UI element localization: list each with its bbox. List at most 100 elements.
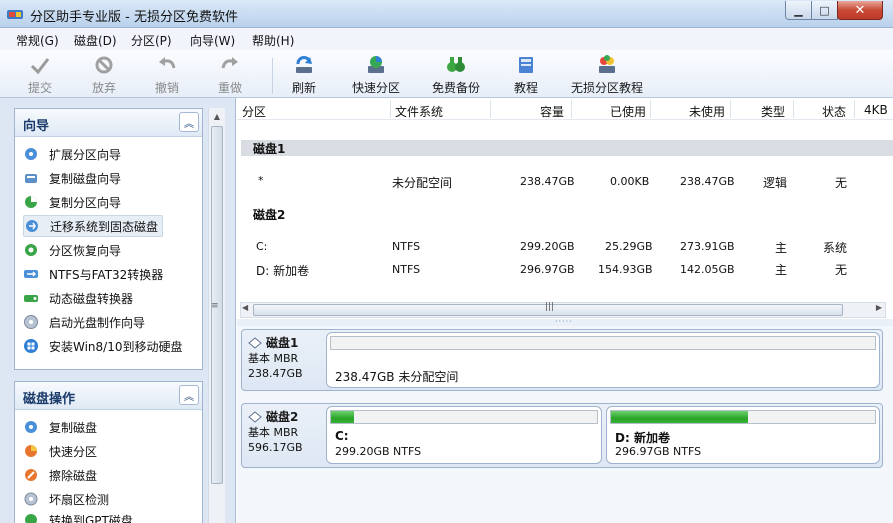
close-button[interactable]: ✕ (837, 1, 883, 20)
usage-fill (611, 411, 749, 423)
grip-icon: ····· (555, 317, 573, 326)
sidebar-scrollbar[interactable]: ▲ ≡ (208, 108, 225, 523)
sidebar-item-wipe-disk[interactable]: 擦除磁盘 (23, 464, 97, 486)
sidebar-item-label: NTFS与FAT32转换器 (49, 267, 164, 282)
menu-help[interactable]: 帮助(H) (252, 32, 294, 49)
book-icon (519, 57, 533, 73)
sidebar-item-quick-partition[interactable]: 快速分区 (23, 440, 97, 462)
free-backup-button[interactable]: 免费备份 (432, 54, 480, 96)
disk2-info: 磁盘2 基本 MBR 596.17GB (248, 408, 328, 455)
sidebar-item-copy-disk-wizard[interactable]: 复制磁盘向导 (23, 167, 121, 189)
minimize-button[interactable]: ▁ (785, 1, 812, 20)
col-type[interactable]: 类型 (761, 103, 785, 120)
partition-detail: 299.20GB NTFS (335, 445, 422, 458)
partition-c[interactable]: C: 299.20GB NTFS (326, 406, 602, 464)
backup-icon (447, 57, 465, 72)
disk-map-area: 磁盘1 基本 MBR 238.47GB 238.47GB 未分配空间 磁盘2 基… (237, 326, 893, 523)
sidebar-item-label: 复制分区向导 (49, 195, 122, 210)
table-horizontal-scrollbar[interactable]: ◀ ||| ▶ (240, 302, 886, 318)
migrate-icon (26, 220, 38, 232)
col-free[interactable]: 未使用 (689, 103, 725, 120)
disk1-map[interactable]: 磁盘1 基本 MBR 238.47GB 238.47GB 未分配空间 (241, 329, 883, 391)
app-icon (7, 10, 23, 19)
menu-general[interactable]: 常规(G) (16, 32, 59, 49)
scroll-right-icon[interactable]: ▶ (876, 303, 882, 312)
main-panel: 分区 文件系统 容量 已使用 未使用 类型 状态 4KB 磁盘1 * 未分配空间… (237, 98, 893, 523)
cd-icon (24, 315, 38, 329)
sidebar-item-extend-partition-wizard[interactable]: 扩展分区向导 (23, 143, 121, 165)
sidebar-item-label: 快速分区 (49, 444, 98, 459)
maximize-button[interactable]: □ (811, 1, 838, 20)
redo-button[interactable]: 重做 (218, 54, 242, 96)
wizard-disk-icon (25, 148, 37, 160)
disk1-group-row[interactable]: 磁盘1 (241, 140, 893, 156)
lossless-tutorial-label: 无损分区教程 (571, 81, 644, 95)
disk-icon (248, 410, 262, 423)
sidebar-item-label: 安装Win8/10到移动硬盘 (49, 339, 183, 354)
sidebar-item-label: 迁移系统到固态磁盘 (50, 219, 159, 234)
undo-icon (159, 57, 176, 69)
col-partition[interactable]: 分区 (242, 103, 266, 120)
refresh-button[interactable]: 刷新 (292, 54, 316, 96)
sidebar-item-label: 扩展分区向导 (49, 147, 122, 162)
menu-wizard[interactable]: 向导(W) (190, 32, 235, 49)
convert-icon (24, 270, 38, 278)
cell-type: 主 (775, 263, 788, 277)
sidebar-item-label: 复制磁盘向导 (49, 171, 122, 186)
redo-label: 重做 (218, 81, 243, 95)
collapse-disk-ops-button[interactable]: ︽ (179, 385, 199, 405)
disk1-info: 磁盘1 基本 MBR 238.47GB (248, 334, 328, 381)
partition-name: D: 新加卷 (615, 431, 670, 445)
tutorial-button[interactable]: 教程 (514, 54, 538, 96)
discard-button[interactable]: 放弃 (92, 54, 116, 96)
lossless-tutorial-button[interactable]: 无损分区教程 (571, 54, 643, 96)
sidebar-item-partition-recovery-wizard[interactable]: 分区恢复向导 (23, 239, 121, 261)
sidebar-item-label: 启动光盘制作向导 (49, 315, 146, 330)
cell-used: 0.00KB (610, 175, 650, 188)
sidebar-item-copy-disk[interactable]: 复制磁盘 (23, 416, 97, 438)
sidebar-item-install-win-to-usb[interactable]: 安装Win8/10到移动硬盘 (23, 335, 183, 357)
commit-button[interactable]: 提交 (28, 54, 52, 96)
sidebar-item-dynamic-disk-converter[interactable]: 动态磁盘转换器 (23, 287, 133, 309)
sidebar-item-boot-cd-wizard[interactable]: 启动光盘制作向导 (23, 311, 145, 333)
sidebar-item-label: 复制磁盘 (49, 420, 98, 435)
sidebar-item-migrate-os-to-ssd[interactable]: 迁移系统到固态磁盘 (23, 215, 164, 237)
sidebar-item-ntfs-fat32-converter[interactable]: NTFS与FAT32转换器 (23, 263, 163, 285)
sidebar-item-label: 坏扇区检测 (49, 492, 110, 507)
sidebar-item-bad-sector-check[interactable]: 坏扇区检测 (23, 488, 109, 510)
undo-button[interactable]: 撤销 (155, 54, 179, 96)
col-4kb[interactable]: 4KB (864, 103, 888, 117)
cell-partition: D: 新加卷 (256, 264, 310, 278)
col-status[interactable]: 状态 (822, 103, 846, 120)
lossless-tutorial-icon (599, 55, 615, 73)
partition-detail: 296.97GB NTFS (615, 445, 702, 458)
usage-bar (330, 410, 598, 424)
partition-unallocated[interactable]: 238.47GB 未分配空间 (326, 332, 880, 388)
partition-d[interactable]: D: 新加卷 296.97GB NTFS (606, 406, 880, 464)
disk2-group-row[interactable]: 磁盘2 (241, 206, 893, 222)
collapse-wizard-button[interactable]: ︽ (179, 112, 199, 132)
column-divider (571, 100, 572, 118)
menu-bar: 常规(G) 磁盘(D) 分区(P) 向导(W) 帮助(H) (0, 28, 893, 50)
sidebar-item-copy-partition-wizard[interactable]: 复制分区向导 (23, 191, 121, 213)
cell-status: 无 (835, 263, 848, 277)
col-used[interactable]: 已使用 (610, 103, 646, 120)
usage-bar (330, 336, 876, 350)
cell-filesystem: NTFS (392, 263, 421, 276)
col-filesystem[interactable]: 文件系统 (395, 103, 443, 120)
windows-usb-icon (24, 339, 38, 353)
sidebar-item-convert-to-gpt[interactable]: 转换到GPT磁盘 (23, 512, 133, 523)
dynamic-disk-icon (24, 295, 38, 302)
commit-label: 提交 (28, 81, 53, 95)
disk2-map[interactable]: 磁盘2 基本 MBR 596.17GB C: 299.20GB NTFS D: … (241, 403, 883, 468)
menu-disk[interactable]: 磁盘(D) (74, 32, 117, 49)
title-bar: 分区助手专业版 - 无损分区免费软件 ▁ □ ✕ (0, 0, 893, 28)
menu-partition[interactable]: 分区(P) (131, 32, 172, 49)
column-divider (793, 100, 794, 118)
cell-used: 154.93GB (598, 263, 653, 276)
scroll-left-icon[interactable]: ◀ (242, 303, 248, 312)
col-capacity[interactable]: 容量 (540, 103, 564, 120)
recovery-icon (25, 244, 37, 256)
quick-partition-button[interactable]: 快速分区 (352, 54, 400, 96)
scroll-up-icon[interactable]: ▲ (209, 108, 225, 125)
